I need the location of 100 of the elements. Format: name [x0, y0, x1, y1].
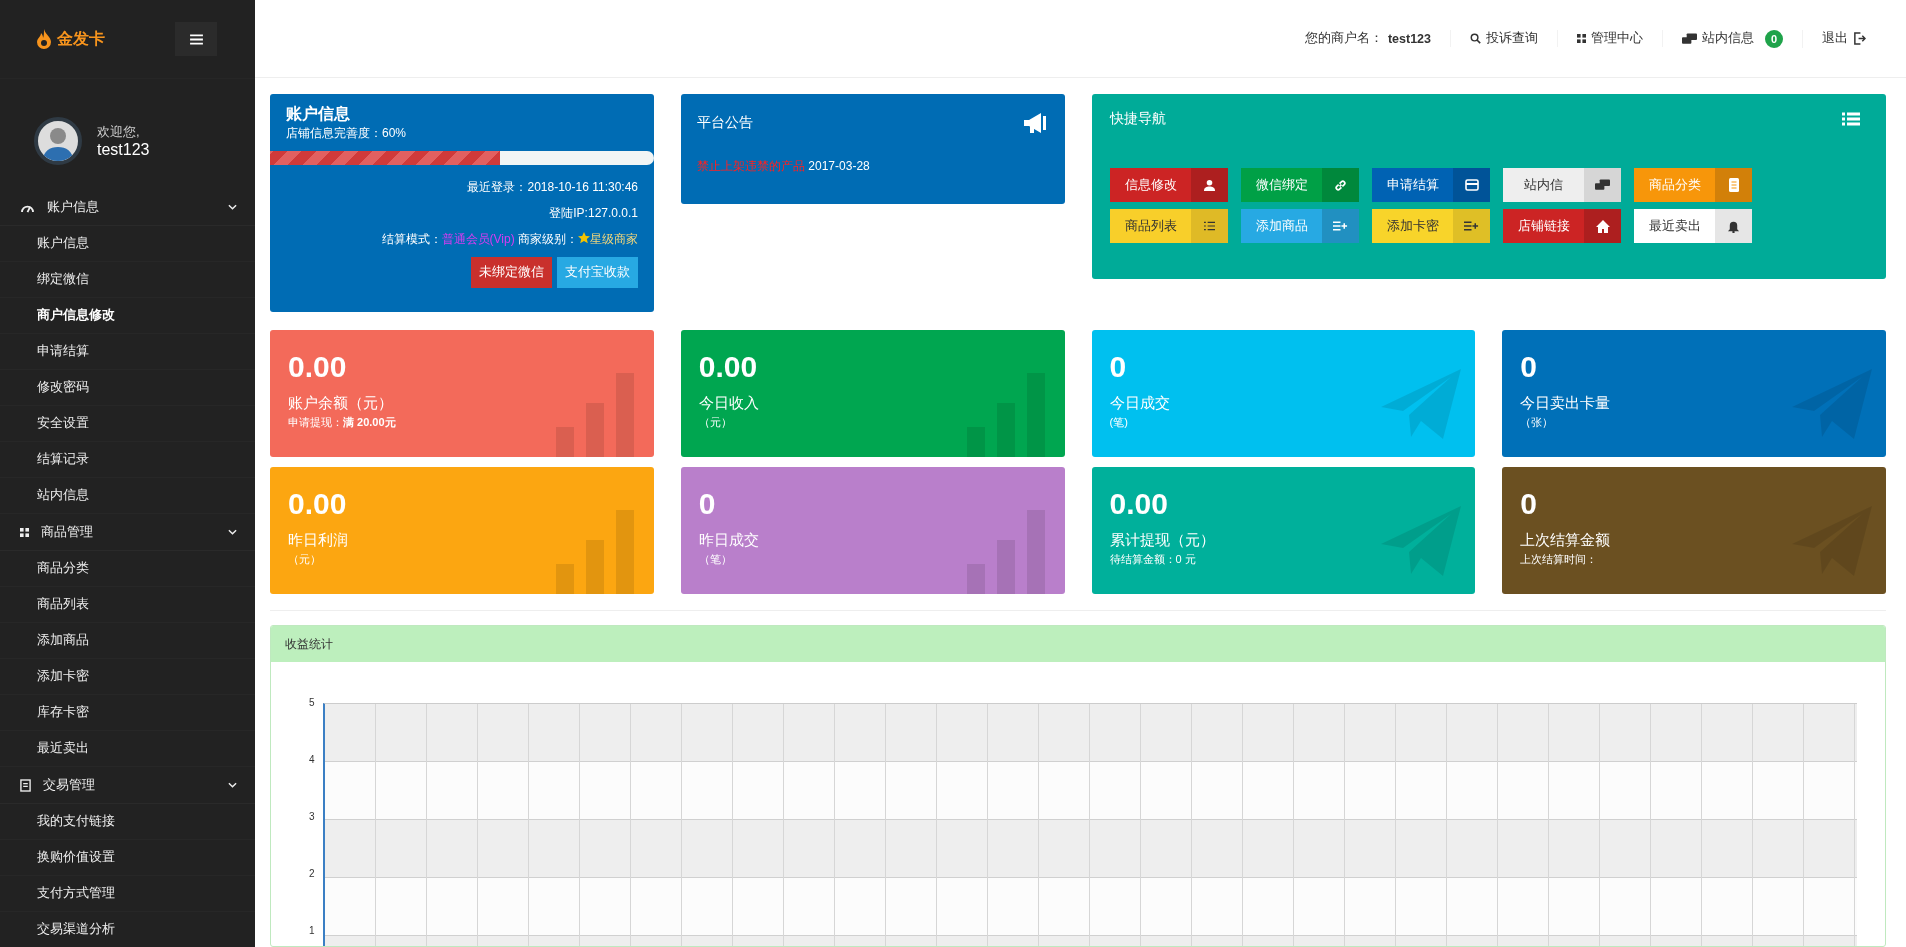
sidebar-group[interactable]: 账户信息 — [0, 189, 255, 226]
stat-value: 0 — [1109, 350, 1128, 384]
topbar-link[interactable]: 投诉查询 — [1470, 30, 1538, 47]
merchant-label: 您的商户名： — [1304, 30, 1383, 47]
sidebar-group[interactable]: 商品管理 — [0, 514, 255, 551]
stat-label: 今日卖出卡量 — [1520, 394, 1612, 413]
document-icon — [1728, 178, 1739, 192]
login-ip-text: 登陆IP:127.0.0.1 — [549, 206, 638, 220]
stat-note: （笔） — [698, 552, 733, 567]
sidebar-item[interactable]: 我的支付链接 — [0, 804, 255, 840]
sidebar-item[interactable]: 换购价值设置 — [0, 840, 255, 876]
quick-nav-button[interactable]: 店铺链接 — [1503, 209, 1621, 243]
avatar — [34, 117, 82, 165]
y-axis-label: 3 — [309, 812, 316, 824]
sidebar-item[interactable]: 商户信息修改 — [0, 298, 255, 334]
stat-label: 账户余额（元） — [288, 394, 394, 413]
paper-plane-icon — [1381, 369, 1462, 439]
stat-note: （张） — [1520, 415, 1555, 430]
merchant-rank-value: 星级商家 — [590, 232, 638, 246]
stat-note: 待结算金额：0 元 — [1109, 552, 1197, 567]
sidebar-item[interactable]: 添加卡密 — [0, 659, 255, 695]
flame-logo-icon — [36, 29, 52, 49]
credit-card-icon — [1464, 179, 1479, 191]
last-login-text: 最近登录：2018-10-16 11:30:46 — [467, 180, 638, 194]
list-plus-icon — [1464, 221, 1479, 231]
merchant-name: test123 — [1387, 31, 1431, 46]
stat-note: （元） — [288, 552, 322, 567]
topbar-link[interactable]: 退出 — [1822, 30, 1866, 47]
quick-nav-button[interactable]: 信息修改 — [1110, 168, 1228, 202]
card-title: 账户信息 — [285, 104, 351, 124]
ledger-icon — [20, 778, 31, 792]
list-icon — [1842, 112, 1860, 126]
settle-mode-label: 结算模式： — [381, 232, 442, 246]
topbar-link[interactable]: 管理中心 — [1577, 30, 1643, 47]
list-plus-icon — [1333, 221, 1348, 231]
star-icon — [578, 232, 590, 244]
chat-bubbles-icon — [1595, 179, 1610, 191]
notice-date: 2017-03-28 — [808, 159, 870, 173]
y-axis-label: 1 — [309, 926, 316, 938]
bell-icon — [1727, 219, 1740, 233]
quick-nav-button[interactable]: 添加卡密 — [1372, 209, 1490, 243]
sidebar-item[interactable]: 商品分类 — [0, 551, 255, 587]
stat-note: 申请提现：满 20.00元 — [288, 415, 397, 430]
username: test123 — [97, 141, 150, 159]
sidebar-group[interactable]: 交易管理 — [0, 767, 255, 804]
sidebar-item[interactable]: 修改密码 — [0, 370, 255, 406]
sidebar-item[interactable]: 添加商品 — [0, 623, 255, 659]
panel-title: 收益统计 — [285, 635, 333, 653]
sidebar-item[interactable]: 申请结算 — [0, 334, 255, 370]
completeness-text: 店铺信息完善度：60% — [285, 125, 408, 142]
quick-nav-button[interactable]: 站内信 — [1503, 168, 1621, 202]
quick-nav-button[interactable]: 最近卖出 — [1634, 209, 1752, 243]
sidebar-item[interactable]: 结算记录 — [0, 442, 255, 478]
sidebar-item[interactable]: 交易渠道分析 — [0, 912, 255, 947]
sidebar-item[interactable]: 库存卡密 — [0, 695, 255, 731]
megaphone-icon — [1023, 112, 1049, 134]
y-axis-label: 5 — [309, 698, 316, 710]
stat-label: 上次结算金额 — [1520, 531, 1612, 550]
panel-title: 平台公告 — [697, 114, 753, 132]
chevron-down-icon — [228, 529, 237, 535]
welcome-text: 欢迎您, — [97, 123, 141, 141]
stat-label: 昨日成交 — [698, 531, 760, 550]
list-icon — [1204, 221, 1215, 231]
chevron-down-icon — [228, 204, 237, 210]
stat-label: 今日收入 — [698, 394, 760, 413]
stat-label: 昨日利润 — [288, 531, 349, 550]
stat-value: 0 — [1520, 487, 1538, 521]
logo-text: 金发卡 — [57, 28, 105, 49]
sidebar-item[interactable]: 安全设置 — [0, 406, 255, 442]
menu-icon — [189, 33, 203, 45]
menu-toggle-button[interactable] — [175, 22, 217, 56]
quick-nav-button[interactable]: 商品列表 — [1110, 209, 1228, 243]
stat-note: （元） — [698, 415, 733, 430]
quick-nav-button[interactable]: 申请结算 — [1372, 168, 1490, 202]
sidebar-item[interactable]: 支付方式管理 — [0, 876, 255, 912]
stat-value: 0 — [698, 487, 717, 521]
stat-value: 0.00 — [698, 350, 759, 384]
stat-value: 0 — [1520, 350, 1538, 384]
sidebar-item[interactable]: 商品列表 — [0, 587, 255, 623]
sidebar-item[interactable]: 绑定微信 — [0, 262, 255, 298]
stat-note: (笔) — [1109, 415, 1129, 430]
home-icon — [1595, 219, 1610, 233]
topbar-link[interactable]: 站内信息 — [1682, 30, 1754, 47]
stat-label: 今日成交 — [1109, 394, 1171, 413]
stat-value: 0.00 — [1109, 487, 1169, 521]
stat-value: 0.00 — [288, 487, 348, 521]
stat-label: 累计提现（元） — [1109, 531, 1216, 550]
y-axis-label: 2 — [309, 869, 316, 881]
sidebar-item[interactable]: 账户信息 — [0, 226, 255, 262]
grid-icon — [20, 527, 29, 537]
link-icon — [1334, 178, 1347, 192]
stat-value: 0.00 — [288, 350, 348, 384]
sidebar-item[interactable]: 最近卖出 — [0, 731, 255, 767]
user-icon — [1203, 178, 1216, 192]
y-axis-label: 4 — [309, 755, 316, 767]
sidebar-item[interactable]: 站内信息 — [0, 478, 255, 514]
chevron-down-icon — [228, 782, 237, 788]
merchant-rank-label: 商家级别： — [518, 232, 578, 246]
settle-mode-value: 普通会员(Vip) — [441, 232, 515, 246]
account-action-button[interactable]: 未绑定微信 — [471, 257, 552, 288]
